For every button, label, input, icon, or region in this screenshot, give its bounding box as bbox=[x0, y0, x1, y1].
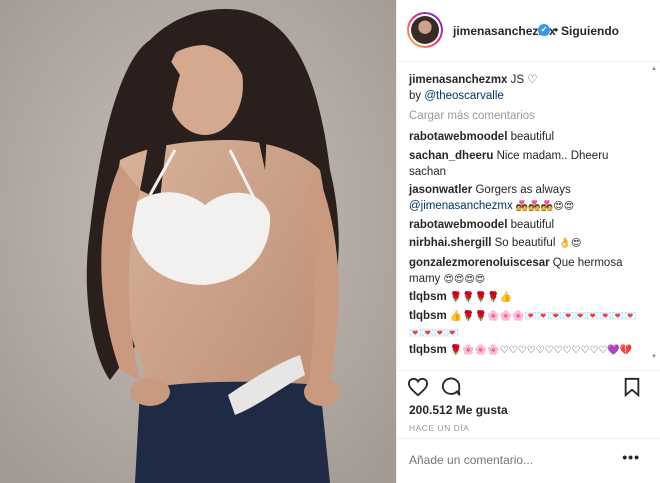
comment-username[interactable]: tlqbsm bbox=[409, 344, 447, 356]
comment-username[interactable]: tlqbsm bbox=[409, 310, 447, 322]
add-comment-section: ••• bbox=[397, 438, 660, 483]
comment-username[interactable]: nirbhai.shergill bbox=[409, 237, 491, 249]
comment-username[interactable]: jasonwatler bbox=[409, 184, 472, 196]
avatar-frame bbox=[409, 14, 441, 46]
post-actions-bar bbox=[397, 370, 660, 400]
comment-item: tlqbsm 🌹🌸🌸🌸♡♡♡♡♡♡♡♡♡♡♡♡💜💔 bbox=[409, 342, 639, 359]
comment-item: rabotawebmoodel beautiful bbox=[409, 217, 639, 233]
post-viewer: jimenasanchezmx ✔ • Siguiendo jimenasanc… bbox=[0, 0, 660, 483]
likes-count[interactable]: 200.512 Me gusta bbox=[409, 403, 508, 417]
caption-mention[interactable]: @theoscarvalle bbox=[424, 90, 503, 102]
comment-item: gonzalezmorenoluiscesar Que hermosa mamy… bbox=[409, 255, 639, 288]
comments-list[interactable]: jimenasanchezmx JS ♡ by @theoscarvalle C… bbox=[397, 62, 660, 370]
caption-text: JS ♡ bbox=[507, 74, 538, 86]
comment-text: beautiful bbox=[507, 219, 555, 231]
header-separator: • bbox=[554, 23, 559, 37]
comment-text: Gorgers as always bbox=[472, 184, 571, 196]
comment-emoji: 🌹🌸🌸🌸♡♡♡♡♡♡♡♡♡♡♡♡💜💔 bbox=[449, 345, 633, 356]
caption-username[interactable]: jimenasanchezmx bbox=[409, 74, 507, 86]
comment-username[interactable]: sachan_dheeru bbox=[409, 150, 493, 162]
comment-username[interactable]: rabotawebmoodel bbox=[409, 131, 507, 143]
comment-emoji: 😍😍😍😍 bbox=[443, 274, 486, 285]
post-header: jimenasanchezmx ✔ • Siguiendo bbox=[397, 0, 660, 62]
photo-illustration bbox=[0, 0, 396, 483]
comment-username[interactable]: gonzalezmorenoluiscesar bbox=[409, 257, 550, 269]
verified-badge-icon: ✔ bbox=[538, 24, 550, 36]
more-options-icon[interactable]: ••• bbox=[622, 449, 640, 465]
comment-emoji: 🌹🌹🌹🌹👍 bbox=[449, 292, 513, 303]
avatar[interactable] bbox=[407, 12, 443, 48]
bookmark-icon[interactable] bbox=[623, 377, 641, 402]
comment-emoji: 💑💑💑😍😍 bbox=[515, 201, 575, 212]
comment-icon[interactable] bbox=[440, 377, 462, 402]
post-photo[interactable] bbox=[0, 0, 396, 483]
avatar-image bbox=[411, 16, 439, 44]
comment-username[interactable]: rabotawebmoodel bbox=[409, 219, 507, 231]
comment-mention[interactable]: @jimenasanchezmx bbox=[409, 200, 513, 212]
comment-emoji: 👌😍 bbox=[558, 238, 582, 249]
comment-item: tlqbsm 🌹🌹🌹🌹👍 bbox=[409, 289, 639, 306]
comment-username[interactable]: tlqbsm bbox=[409, 291, 447, 303]
post-timestamp[interactable]: HACE UN DÍA bbox=[409, 423, 469, 433]
following-button[interactable]: Siguiendo bbox=[561, 24, 619, 38]
heart-icon[interactable] bbox=[407, 377, 429, 402]
post-caption: jimenasanchezmx JS ♡ by @theoscarvalle bbox=[409, 72, 644, 104]
comment-item: sachan_dheeru Nice madam.. Dheeru sachan bbox=[409, 148, 639, 180]
caption-by: by bbox=[409, 90, 425, 102]
comment-item: jasonwatler Gorgers as always @jimenasan… bbox=[409, 182, 639, 215]
comment-item: nirbhai.shergill So beautiful 👌😍 bbox=[409, 235, 639, 252]
comment-item: tlqbsm 👍🌹🌹🌸🌸🌸💌💌💌💌💌💌💌💌💌💌💌💌💌 bbox=[409, 308, 639, 342]
comment-text: beautiful bbox=[507, 131, 555, 143]
scroll-down-arrow-icon[interactable]: ▼ bbox=[651, 354, 657, 360]
comment-item: rabotawebmoodel beautiful bbox=[409, 129, 639, 145]
scroll-up-arrow-icon[interactable]: ▲ bbox=[651, 66, 657, 72]
add-comment-input[interactable] bbox=[409, 453, 609, 467]
post-side-panel: jimenasanchezmx ✔ • Siguiendo jimenasanc… bbox=[396, 0, 660, 483]
load-more-comments-link[interactable]: Cargar más comentarios bbox=[409, 110, 535, 122]
comment-text: So beautiful bbox=[491, 237, 559, 249]
